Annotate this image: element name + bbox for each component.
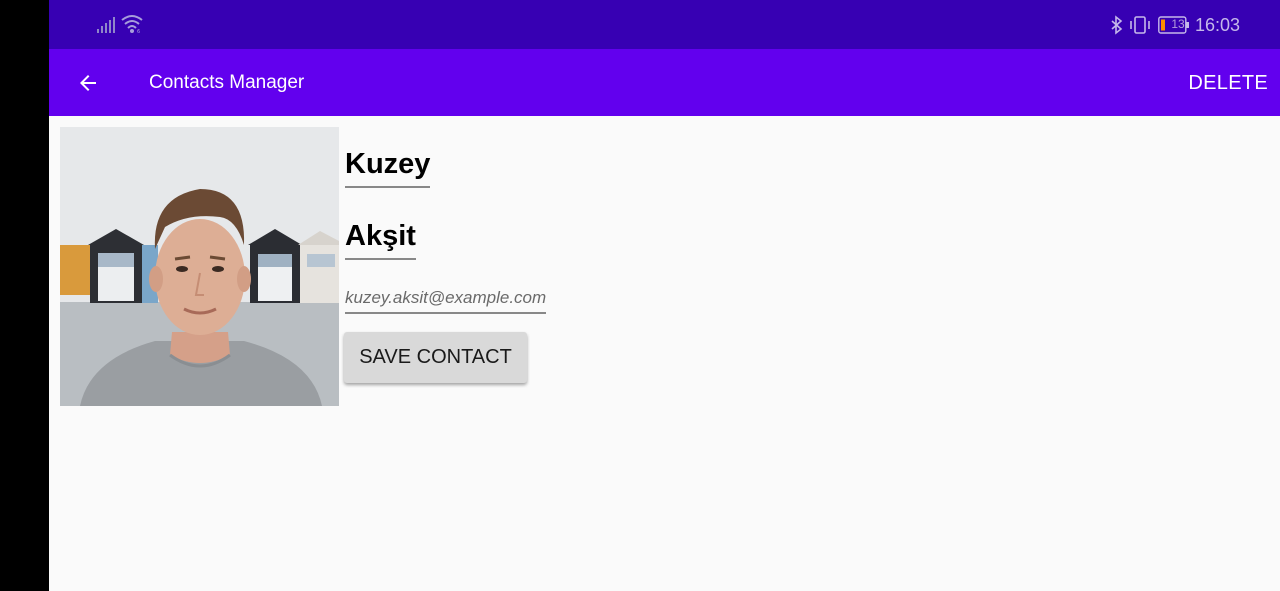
- wifi-icon: 6: [121, 15, 143, 34]
- battery-level: 13: [1171, 17, 1185, 31]
- contact-photo[interactable]: [60, 127, 339, 406]
- delete-button[interactable]: DELETE: [1176, 59, 1280, 107]
- svg-text:6: 6: [137, 29, 140, 34]
- back-button[interactable]: [69, 64, 107, 102]
- status-clock: 16:03: [1195, 15, 1241, 35]
- last-name-field[interactable]: Akşit: [345, 214, 416, 260]
- status-bar: 6 13 16:03: [49, 0, 1280, 49]
- app-bar: Contacts Manager DELETE: [49, 49, 1280, 116]
- bluetooth-icon: [1111, 15, 1123, 35]
- signal-icon: [97, 17, 115, 33]
- screen-cutout: [0, 0, 49, 591]
- app-screen: 6 13 16:03 Contacts Manager DELETE Kuzey…: [49, 0, 1280, 591]
- email-field[interactable]: kuzey.aksit@example.com: [345, 284, 547, 314]
- save-contact-button[interactable]: SAVE CONTACT: [344, 332, 527, 383]
- vibrate-icon: [1130, 16, 1150, 34]
- page-title: Contacts Manager: [149, 72, 305, 93]
- first-name-field[interactable]: Kuzey: [345, 142, 431, 188]
- arrow-back-icon: [80, 75, 96, 91]
